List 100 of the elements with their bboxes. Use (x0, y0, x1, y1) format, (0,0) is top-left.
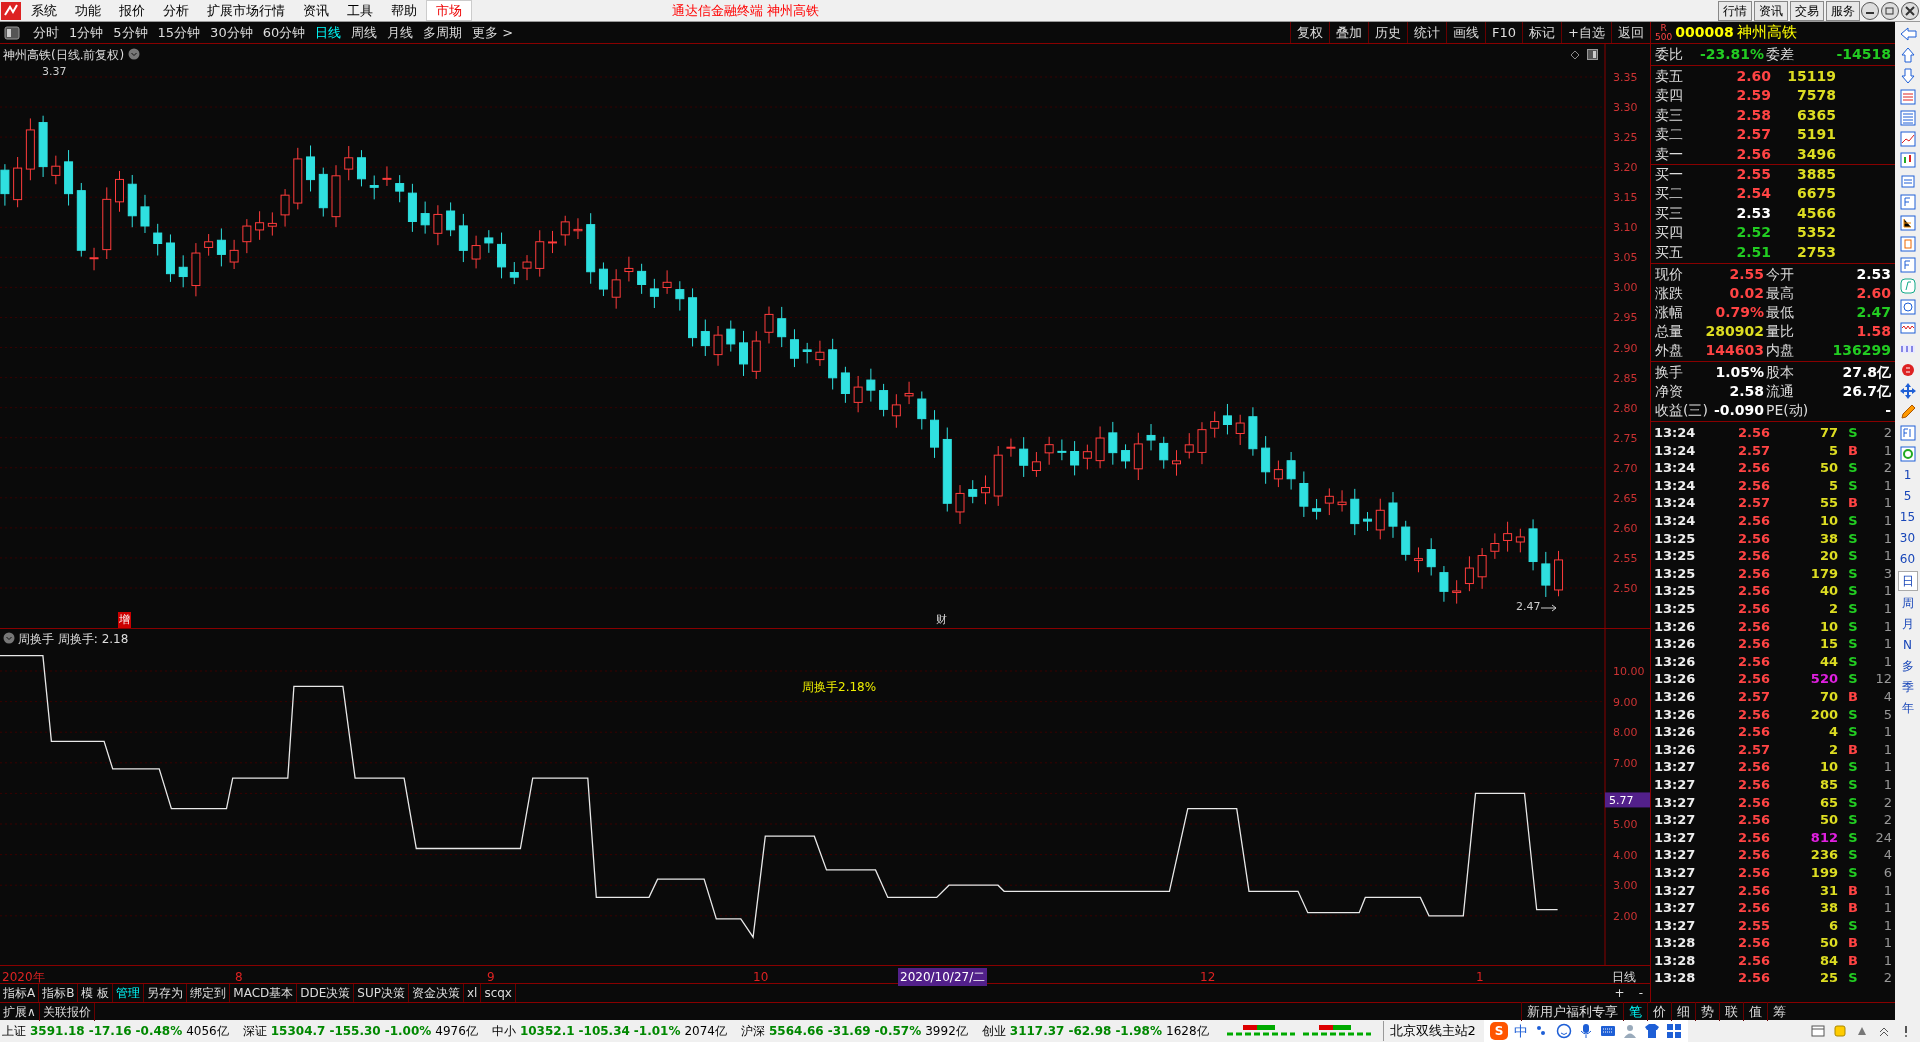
down-arrow-icon[interactable] (1898, 67, 1917, 85)
header-button[interactable]: 服务 (1826, 0, 1860, 21)
chart-tool-button[interactable]: 标记 (1522, 22, 1562, 43)
period-button[interactable]: 30 (1899, 529, 1916, 547)
up-arrow-icon[interactable] (1898, 46, 1917, 64)
document-icon[interactable] (1898, 172, 1917, 190)
indicator-tab[interactable]: SUP决策 (354, 984, 409, 1002)
table-icon[interactable] (1898, 109, 1917, 127)
period-button[interactable]: N (1903, 636, 1912, 654)
smiley-icon[interactable] (1556, 1023, 1573, 1039)
stock-name: 神州高铁 (1736, 22, 1797, 44)
indicator-tab[interactable]: 另存为 (144, 984, 188, 1002)
period-tab[interactable]: 60分钟 (257, 22, 311, 43)
menu-item[interactable]: 市场 (426, 0, 472, 22)
tick-time: 13:26 (1654, 740, 1697, 759)
back-arrow-icon[interactable] (1898, 25, 1917, 43)
zoom-button[interactable]: - (1631, 984, 1650, 1002)
tick-price: 2.56 (1736, 459, 1770, 477)
header-button[interactable]: 行情 (1718, 0, 1752, 21)
wave-icon[interactable] (1898, 319, 1917, 337)
period-tab[interactable]: 周线 (346, 22, 383, 43)
candlestick-icon[interactable] (1898, 151, 1917, 169)
person-icon[interactable] (1622, 1023, 1639, 1039)
header-button[interactable]: 交易 (1790, 0, 1824, 21)
period-button[interactable]: 多 (1901, 657, 1914, 675)
panel-toggle-icon[interactable] (4, 25, 20, 40)
panel-icon[interactable] (1587, 49, 1598, 60)
tick-count: 1 (1882, 547, 1892, 565)
period-tab[interactable]: 月线 (382, 22, 419, 43)
menu-item[interactable]: 工具 (338, 0, 382, 21)
period-button[interactable]: 60 (1899, 550, 1916, 568)
indicator-tab[interactable]: scqx (481, 984, 516, 1002)
period-button[interactable]: 年 (1901, 699, 1914, 717)
menu-item[interactable]: 帮助 (382, 0, 426, 21)
app-logo-icon[interactable] (0, 0, 22, 21)
move-icon[interactable] (1898, 382, 1917, 400)
tick-time: 13:26 (1654, 687, 1697, 706)
ime-toolbar[interactable]: S 中 (1483, 1020, 1689, 1042)
period-tab[interactable]: 更多 > (467, 22, 519, 43)
period-tab[interactable]: 5分钟 (108, 22, 153, 43)
chart-tool-button[interactable]: 画线 (1446, 22, 1486, 43)
function-key-icon[interactable] (1898, 256, 1917, 274)
pencil-icon[interactable] (1898, 403, 1917, 421)
tick-side: S (1847, 652, 1859, 671)
period-tab[interactable]: 日线 (310, 22, 347, 43)
indicator-tab[interactable]: 指标A (0, 984, 40, 1002)
field-value: -14518 (1835, 45, 1891, 64)
period-tab[interactable]: 1分钟 (64, 22, 109, 43)
tick-count: 1 (1882, 758, 1892, 776)
menu-item[interactable]: 分析 (154, 0, 198, 21)
period-tab[interactable]: 30分钟 (205, 22, 258, 43)
refresh-icon[interactable] (1898, 445, 1917, 463)
period-button[interactable]: 季 (1901, 678, 1914, 696)
period-button[interactable]: 日 (1897, 571, 1918, 591)
period-button[interactable]: 周 (1901, 594, 1914, 612)
dropdown-icon[interactable] (3, 632, 15, 644)
line-chart-icon[interactable] (1898, 130, 1917, 148)
menu-item[interactable]: 系统 (22, 0, 66, 21)
indicator-tab[interactable]: 管理 (113, 984, 145, 1002)
indicator-tab[interactable]: 绑定到 (187, 984, 231, 1002)
close-icon[interactable] (1900, 0, 1920, 21)
arrow-icon[interactable] (1540, 604, 1558, 612)
chart-tool-button[interactable]: 统计 (1407, 22, 1447, 43)
chart-tool-button[interactable]: F10 (1485, 22, 1523, 43)
period-button[interactable]: 15 (1899, 508, 1916, 526)
indicator-tab[interactable]: 指标B (39, 984, 79, 1002)
chart-tool-button[interactable]: 复权 (1290, 22, 1330, 43)
period-button[interactable]: 月 (1901, 615, 1914, 633)
menu-item[interactable]: 资讯 (294, 0, 338, 21)
list-icon[interactable] (1898, 88, 1917, 106)
header-button[interactable]: 资讯 (1754, 0, 1788, 21)
shirt-icon[interactable] (1644, 1023, 1661, 1039)
zoom-button[interactable]: + (1607, 984, 1632, 1002)
diamond-icon[interactable] (1570, 50, 1580, 60)
window-icon[interactable] (1810, 1023, 1826, 1039)
period-button[interactable]: 1 (1903, 466, 1912, 484)
menu-item[interactable]: 扩展市场行情 (198, 0, 294, 21)
period-tab[interactable]: 15分钟 (152, 22, 206, 43)
period-button[interactable]: 5 (1903, 487, 1912, 505)
indicator-tab[interactable]: DDE决策 (297, 984, 355, 1002)
minimize-icon[interactable] (1860, 0, 1880, 21)
period-tab[interactable]: 分时 (28, 22, 64, 43)
indicator-tab[interactable]: MACD基本 (230, 984, 298, 1002)
indicator-tab[interactable]: 模 板 (78, 984, 114, 1002)
period-tab[interactable]: 多周期 (418, 22, 468, 43)
indicator-tab[interactable]: 资金决策 (408, 984, 464, 1002)
indicator-tab[interactable]: xl (463, 984, 482, 1002)
chart-tool-button[interactable]: 叠加 (1329, 22, 1369, 43)
menu-item[interactable]: 功能 (66, 0, 110, 21)
dropdown-icon[interactable] (128, 48, 140, 60)
restore-icon[interactable] (1880, 0, 1900, 21)
tick-count: 3 (1882, 564, 1892, 583)
formula-icon[interactable] (1898, 277, 1917, 295)
chart-tool-button[interactable]: 返回 (1611, 22, 1650, 43)
chart-tool-button[interactable]: 历史 (1368, 22, 1408, 43)
keyboard-icon[interactable] (1600, 1023, 1617, 1039)
grid-icon[interactable] (1666, 1023, 1683, 1039)
chart-tool-button[interactable]: +自选 (1561, 22, 1611, 43)
menu-item[interactable]: 报价 (110, 0, 154, 21)
ime-mode[interactable]: 中 (1514, 1020, 1529, 1042)
